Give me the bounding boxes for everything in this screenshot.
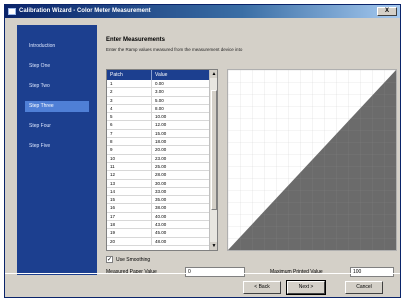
value-cell[interactable]: 15.00 [152, 129, 210, 138]
patch-cell: 3 [107, 96, 152, 104]
min-value-field[interactable]: 0 [185, 267, 245, 277]
table-row[interactable]: 15 35.00 [107, 196, 210, 205]
table-row[interactable]: 7 15.00 [107, 129, 210, 139]
value-cell[interactable]: 40.00 [152, 212, 210, 221]
patch-cell: 10 [107, 154, 152, 162]
value-cell[interactable]: 30.00 [152, 179, 210, 187]
patch-cell: 1 [107, 80, 152, 88]
measurements-table[interactable]: Patch Value 1 0.00 2 3.00 3 5.00 4 8.00 5 10.00 6 1… [106, 69, 218, 251]
column-header-value[interactable]: Value [152, 70, 210, 80]
back-button[interactable]: < Back [243, 281, 281, 294]
table-row[interactable]: 11 25.00 [107, 162, 210, 172]
sidebar-item-step-three[interactable]: Step Three [25, 101, 89, 112]
scroll-up-icon[interactable]: ▲ [210, 70, 217, 78]
value-cell[interactable]: 5.00 [152, 96, 210, 104]
patch-cell: 6 [107, 121, 152, 129]
title-bar: Calibration Wizard - Color Meter Measure… [5, 5, 400, 18]
value-cell[interactable]: 8.00 [152, 104, 210, 113]
table-row[interactable]: 18 43.00 [107, 221, 210, 230]
patch-cell: 12 [107, 171, 152, 179]
table-header: Patch Value [107, 70, 210, 80]
patch-cell: 5 [107, 113, 152, 121]
sidebar-item-step-four[interactable]: Step Four [25, 121, 89, 132]
table-row[interactable]: 17 40.00 [107, 212, 210, 222]
value-cell[interactable]: 25.00 [152, 162, 210, 171]
table-row[interactable]: 13 30.00 [107, 179, 210, 188]
value-cell[interactable]: 18.00 [152, 138, 210, 146]
value-cell[interactable]: 38.00 [152, 204, 210, 212]
wizard-steps-sidebar: Introduction Step One Step Two Step Thre… [17, 25, 97, 275]
sidebar-item-step-five[interactable]: Step Five [25, 141, 89, 152]
value-cell[interactable]: 23.00 [152, 154, 210, 162]
value-cell[interactable]: 3.00 [152, 88, 210, 96]
min-value-label: Measured Paper Value [106, 269, 157, 275]
value-cell[interactable]: 45.00 [152, 229, 210, 237]
table-body: 1 0.00 2 3.00 3 5.00 4 8.00 5 10.00 6 12.00 7 15.00 8 1… [107, 80, 210, 246]
table-row[interactable]: 5 10.00 [107, 113, 210, 122]
table-row[interactable]: 10 23.00 [107, 154, 210, 163]
table-row[interactable]: 2 3.00 [107, 88, 210, 97]
sidebar-item-step-one[interactable]: Step One [25, 61, 89, 72]
patch-cell: 11 [107, 162, 152, 171]
sidebar-item-step-two[interactable]: Step Two [25, 81, 89, 92]
wizard-content: Enter Measurements Enter the Ramp values… [100, 19, 400, 281]
use-smoothing-checkbox[interactable]: ✓ [106, 256, 113, 263]
patch-cell: 9 [107, 146, 152, 154]
column-header-patch[interactable]: Patch [107, 70, 152, 80]
window-title: Calibration Wizard - Color Meter Measure… [19, 8, 151, 14]
use-smoothing-label: Use Smoothing [116, 256, 151, 263]
footer-divider [5, 273, 400, 274]
table-row[interactable]: 8 18.00 [107, 138, 210, 147]
patch-cell: 16 [107, 204, 152, 212]
table-row[interactable]: 9 20.00 [107, 146, 210, 155]
value-cell[interactable]: 43.00 [152, 221, 210, 229]
value-cell[interactable]: 35.00 [152, 196, 210, 204]
table-row[interactable]: 3 5.00 [107, 96, 210, 105]
value-cell[interactable]: 48.00 [152, 237, 210, 245]
scroll-thumb[interactable] [211, 90, 217, 210]
value-cell[interactable]: 28.00 [152, 171, 210, 179]
patch-cell: 17 [107, 212, 152, 221]
sidebar-item-introduction[interactable]: Introduction [25, 41, 89, 52]
value-cell[interactable]: 20.00 [152, 146, 210, 154]
close-button[interactable]: X [377, 7, 397, 16]
cancel-button[interactable]: Cancel [345, 281, 383, 294]
table-row[interactable]: 14 33.00 [107, 187, 210, 197]
value-cell[interactable]: 0.00 [152, 80, 210, 88]
table-row[interactable]: 6 12.00 [107, 121, 210, 130]
scroll-down-icon[interactable]: ▼ [210, 242, 217, 250]
page-heading: Enter Measurements [106, 37, 166, 43]
table-scrollbar[interactable]: ▲ ▼ [209, 70, 217, 250]
patch-cell: 4 [107, 104, 152, 113]
patch-cell: 20 [107, 237, 152, 245]
value-cell[interactable]: 12.00 [152, 121, 210, 129]
curve-plot [228, 70, 396, 250]
use-smoothing-row[interactable]: ✓ Use Smoothing [106, 256, 150, 263]
wizard-window: Calibration Wizard - Color Meter Measure… [4, 4, 401, 298]
patch-cell: 2 [107, 88, 152, 96]
patch-cell: 19 [107, 229, 152, 237]
table-row[interactable]: 20 48.00 [107, 237, 210, 246]
calibration-curve-chart [227, 69, 397, 251]
table-row[interactable]: 12 28.00 [107, 171, 210, 180]
patch-cell: 14 [107, 187, 152, 196]
table-row[interactable]: 16 38.00 [107, 204, 210, 213]
patch-cell: 13 [107, 179, 152, 187]
value-cell[interactable]: 10.00 [152, 113, 210, 121]
table-row[interactable]: 4 8.00 [107, 104, 210, 114]
patch-cell: 7 [107, 129, 152, 138]
patch-cell: 8 [107, 138, 152, 146]
value-cell[interactable]: 33.00 [152, 187, 210, 196]
max-value-label: Maximum Printed Value [270, 269, 323, 275]
patch-cell: 18 [107, 221, 152, 229]
table-row[interactable]: 1 0.00 [107, 80, 210, 89]
max-value-field[interactable]: 100 [350, 267, 394, 277]
instructions-text: Enter the Ramp values measured from the … [106, 47, 243, 52]
next-button[interactable]: Next > [286, 280, 326, 295]
app-icon [8, 8, 16, 15]
patch-cell: 15 [107, 196, 152, 204]
table-row[interactable]: 19 45.00 [107, 229, 210, 238]
